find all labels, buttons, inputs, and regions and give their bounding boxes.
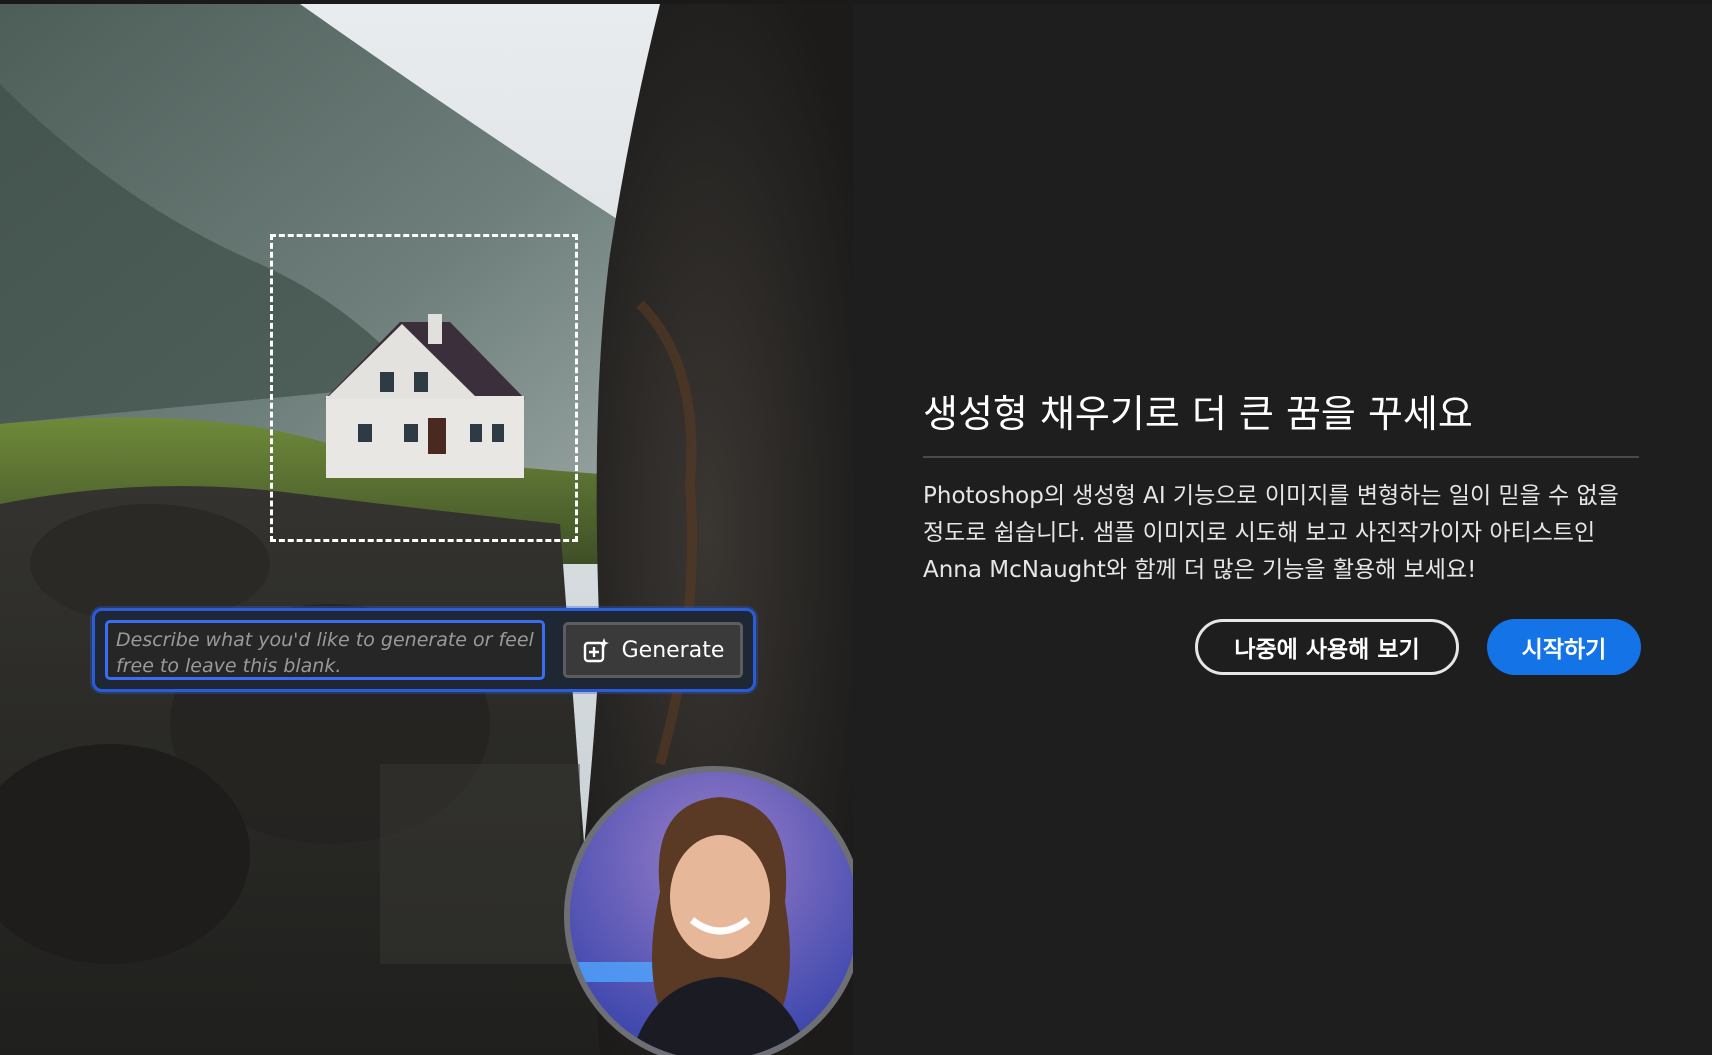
generate-button[interactable]: Generate	[563, 622, 743, 678]
generate-button-label: Generate	[621, 637, 725, 663]
title-divider	[923, 456, 1639, 458]
instructor-avatar	[564, 766, 853, 1055]
get-started-button[interactable]: 시작하기	[1487, 619, 1641, 675]
selection-marquee	[270, 234, 578, 542]
portrait-image	[570, 772, 853, 1055]
prompt-input[interactable]: Describe what you'd like to generate or …	[105, 620, 545, 680]
generative-fill-dialog: Describe what you'd like to generate or …	[0, 4, 1712, 1055]
dialog-title: 생성형 채우기로 더 큰 꿈을 꾸세요	[923, 392, 1473, 436]
dialog-description: Photoshop의 생성형 AI 기능으로 이미지를 변형하는 일이 믿을 수…	[923, 483, 1619, 583]
generative-fill-icon	[582, 636, 610, 664]
dialog-content: 생성형 채우기로 더 큰 꿈을 꾸세요 Photoshop의 생성형 AI 기능…	[923, 4, 1643, 1055]
contextual-task-bar: Describe what you'd like to generate or …	[92, 608, 756, 692]
sample-illustration: Describe what you'd like to generate or …	[0, 4, 853, 1055]
try-later-button[interactable]: 나중에 사용해 보기	[1195, 619, 1459, 675]
